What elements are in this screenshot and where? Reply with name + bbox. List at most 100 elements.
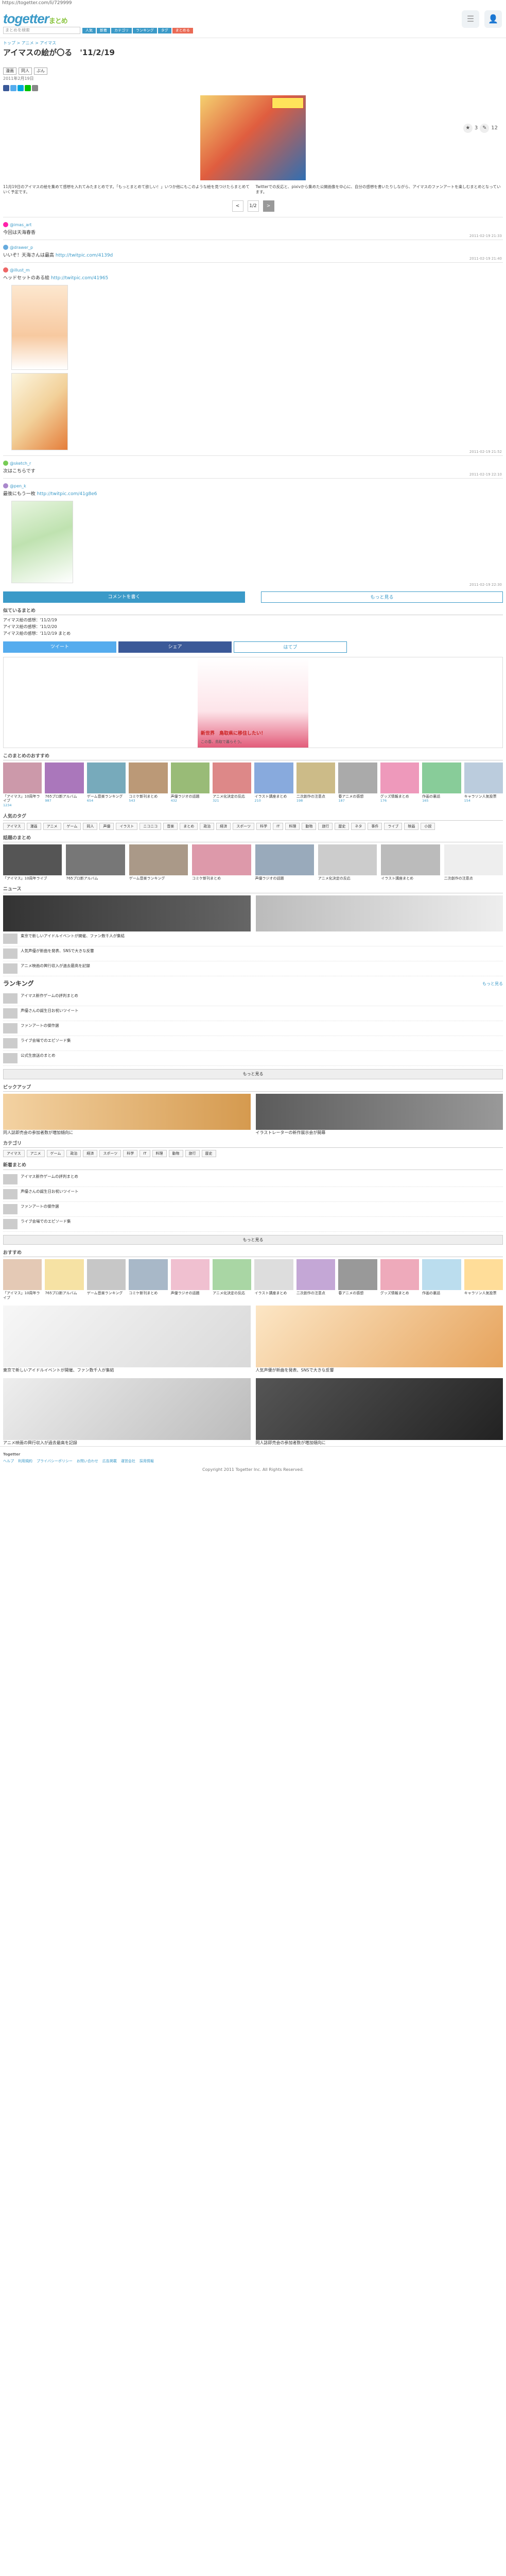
- illustration-image[interactable]: [11, 373, 68, 451]
- related-card[interactable]: キャラソン人気投票 154: [464, 762, 503, 808]
- share-icon[interactable]: [32, 84, 38, 91]
- ranking-item[interactable]: 公式生放送のまとめ: [3, 1051, 503, 1066]
- related-card[interactable]: コミケ新刊まとめ 543: [129, 762, 168, 808]
- tag-chip[interactable]: 歴史: [335, 822, 350, 830]
- tag-chip[interactable]: 同人: [83, 822, 98, 830]
- comment-icon[interactable]: ✎: [480, 124, 490, 133]
- related-card[interactable]: グッズ情報まとめ 176: [380, 762, 420, 808]
- tag-chip[interactable]: ゲーム: [63, 822, 81, 830]
- related-card[interactable]: ゲーム音楽ランキング 654: [86, 762, 126, 808]
- summary-item[interactable]: アイマス絵の感想：'11/2/19 まとめ: [3, 631, 503, 637]
- trending-card[interactable]: ゲーム音楽ランキング: [129, 844, 188, 881]
- category-chip[interactable]: 経済: [83, 1150, 98, 1158]
- tag-chip[interactable]: 科学: [256, 822, 271, 830]
- comment-button[interactable]: コメントを書く: [3, 591, 245, 603]
- topic-tag[interactable]: 同人: [19, 67, 32, 75]
- tag-chip[interactable]: まとめ: [180, 822, 198, 830]
- tweet-button[interactable]: ツイート: [3, 641, 116, 653]
- topic-main-image[interactable]: [200, 95, 306, 180]
- category-chip[interactable]: アニメ: [26, 1150, 45, 1158]
- nav-item[interactable]: 新着: [97, 28, 110, 33]
- recommend-card[interactable]: 二次創作の注意点: [296, 1259, 336, 1300]
- trending-card[interactable]: アニメ化決定の反応: [318, 844, 377, 881]
- footer-link[interactable]: ヘルプ: [3, 1459, 14, 1464]
- tag-chip[interactable]: 音楽: [163, 822, 178, 830]
- new-more-button[interactable]: もっと見る: [3, 1234, 503, 1245]
- tag-chip[interactable]: 漫画: [26, 822, 41, 830]
- new-item[interactable]: ファンアートの傑作選: [3, 1202, 503, 1217]
- new-item[interactable]: アイマス新作ゲームの評判まとめ: [3, 1172, 503, 1187]
- ranking-more-link[interactable]: もっと見る: [482, 981, 503, 987]
- nav-item[interactable]: 人気: [82, 28, 96, 33]
- tag-chip[interactable]: 映画: [404, 822, 419, 830]
- tag-chip[interactable]: 政治: [200, 822, 215, 830]
- related-card[interactable]: 「アイマス」10周年ライブ 1234: [3, 762, 42, 808]
- ranking-item[interactable]: アイマス新作ゲームの評判まとめ: [3, 991, 503, 1007]
- related-card[interactable]: 765プロ新アルバム 987: [45, 762, 84, 808]
- recommend-card[interactable]: コミケ新刊まとめ: [129, 1259, 168, 1300]
- illustration-image[interactable]: [11, 501, 73, 584]
- tag-chip[interactable]: IT: [273, 822, 284, 830]
- tag-chip[interactable]: アイマス: [3, 822, 25, 830]
- related-card[interactable]: 二次創作の注意点 198: [296, 762, 336, 808]
- trending-card[interactable]: 「アイマス」10周年ライブ: [3, 844, 62, 881]
- category-chip[interactable]: IT: [139, 1150, 150, 1158]
- category-chip[interactable]: 科学: [123, 1150, 138, 1158]
- facebook-icon[interactable]: [3, 84, 9, 91]
- tweet-link[interactable]: http://twitpic.com/4139d: [56, 253, 113, 258]
- tag-chip[interactable]: ネタ: [351, 822, 366, 830]
- trending-card[interactable]: 声優ラジオの話題: [255, 844, 314, 881]
- hatena-button[interactable]: はてブ: [234, 641, 347, 653]
- news-item[interactable]: 人気声優が新曲を発表、SNSで大きな反響: [3, 946, 503, 961]
- url-bar[interactable]: https://togetter.com/li/729999: [0, 0, 506, 6]
- ranking-item[interactable]: ライブ会場でのエピソード集: [3, 1036, 503, 1052]
- pager-next-button[interactable]: >: [263, 200, 274, 212]
- recommend-card[interactable]: 声優ラジオの話題: [170, 1259, 210, 1300]
- footer-link[interactable]: お問い合わせ: [77, 1459, 98, 1464]
- related-card[interactable]: 作画の裏話 165: [422, 762, 461, 808]
- tweet-link[interactable]: http://twitpic.com/41g8e6: [37, 492, 97, 497]
- ranking-item[interactable]: ファンアートの傑作選: [3, 1021, 503, 1037]
- manga-image[interactable]: [3, 1378, 251, 1440]
- news-item[interactable]: 東京で新しいアイドルイベントが開催、ファン数千人が集結: [3, 931, 503, 946]
- category-chip[interactable]: 歴史: [201, 1150, 216, 1158]
- star-icon[interactable]: ★: [463, 124, 473, 133]
- twitter-icon[interactable]: [10, 84, 16, 91]
- new-item[interactable]: ライブ会場でのエピソード集: [3, 1217, 503, 1232]
- pickup-image[interactable]: [3, 1093, 251, 1130]
- ad-banner[interactable]: 新世界 鳥取県に移住したい！ この春、鳥取で暮らそう。: [3, 656, 503, 748]
- topic-tag[interactable]: 漫画: [3, 67, 16, 75]
- footer-link[interactable]: プライバシーポリシー: [37, 1459, 73, 1464]
- manga-image[interactable]: [255, 1305, 503, 1367]
- tag-chip[interactable]: 事件: [368, 822, 382, 830]
- site-logo[interactable]: togetterまとめ: [3, 9, 68, 29]
- trending-card[interactable]: コミケ新刊まとめ: [192, 844, 251, 881]
- tag-chip[interactable]: 旅行: [318, 822, 333, 830]
- recommend-card[interactable]: 765プロ新アルバム: [45, 1259, 84, 1300]
- user-icon[interactable]: 👤: [484, 10, 502, 28]
- more-button[interactable]: もっと見る: [261, 591, 503, 603]
- tag-chip[interactable]: ライブ: [384, 822, 403, 830]
- ranking-more-button[interactable]: もっと見る: [3, 1069, 503, 1079]
- related-card[interactable]: イラスト講座まとめ 210: [254, 762, 293, 808]
- pager-prev-button[interactable]: <: [232, 200, 243, 212]
- nav-item-create[interactable]: まとめる: [172, 28, 193, 33]
- pickup-image[interactable]: [255, 1093, 503, 1130]
- manga-image[interactable]: [3, 1305, 251, 1367]
- category-chip[interactable]: スポーツ: [99, 1150, 121, 1158]
- news-image[interactable]: [255, 895, 503, 931]
- tweet-link[interactable]: http://twitpic.com/41965: [51, 276, 108, 281]
- category-chip[interactable]: アイマス: [3, 1150, 25, 1158]
- recommend-card[interactable]: 作画の裏話: [422, 1259, 461, 1300]
- footer-link[interactable]: 広告掲載: [102, 1459, 117, 1464]
- topic-tag[interactable]: ぶん: [34, 67, 47, 75]
- tag-chip[interactable]: 経済: [216, 822, 231, 830]
- nav-item[interactable]: ランキング: [133, 28, 157, 33]
- hatena-icon[interactable]: [18, 84, 24, 91]
- related-card[interactable]: 春アニメの感想 187: [338, 762, 377, 808]
- search-input[interactable]: まとめを検索: [3, 27, 80, 34]
- tag-chip[interactable]: 声優: [99, 822, 114, 830]
- line-icon[interactable]: [25, 84, 31, 91]
- news-item[interactable]: アニメ映画の興行収入が過去最高を記録: [3, 961, 503, 976]
- recommend-card[interactable]: グッズ情報まとめ: [380, 1259, 420, 1300]
